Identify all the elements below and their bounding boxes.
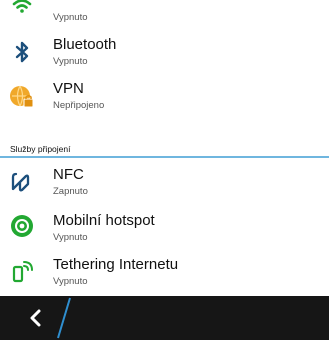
section-header-connection-services: Služby připojení [10, 144, 71, 154]
hotspot-icon [11, 215, 33, 237]
vpn-status: Nepřipojeno [53, 100, 105, 111]
list-item-internet-tethering[interactable]: Tethering Internetu Vypnuto [0, 250, 329, 292]
bluetooth-title: Bluetooth [53, 36, 117, 53]
vpn-title: VPN [53, 80, 84, 97]
bluetooth-status: Vypnuto [53, 56, 88, 67]
tethering-status: Vypnuto [53, 276, 88, 287]
nfc-status: Zapnuto [53, 186, 88, 197]
list-item-mobile-hotspot[interactable]: Mobilní hotspot Vypnuto [0, 206, 329, 248]
wifi-icon [12, 0, 32, 13]
bluetooth-icon [15, 41, 29, 63]
wifi-status: Vypnuto [53, 12, 88, 23]
list-item-nfc[interactable]: NFC Zapnuto [0, 160, 329, 202]
mobile-hotspot-title: Mobilní hotspot [53, 212, 155, 229]
nfc-icon [11, 172, 30, 192]
section-divider [0, 156, 329, 158]
list-item-wifi[interactable]: Vypnuto [0, 0, 329, 26]
list-item-bluetooth[interactable]: Bluetooth Vypnuto [0, 30, 329, 70]
back-arrow-icon[interactable] [24, 306, 48, 330]
vpn-globe-icon [10, 85, 34, 108]
back-divider-slash [57, 297, 71, 339]
bottom-action-bar [0, 296, 329, 340]
nfc-title: NFC [53, 166, 84, 183]
list-item-vpn[interactable]: VPN Nepřipojeno [0, 76, 329, 116]
tethering-title: Tethering Internetu [53, 256, 179, 273]
tethering-icon [12, 261, 33, 283]
mobile-hotspot-status: Vypnuto [53, 232, 88, 243]
